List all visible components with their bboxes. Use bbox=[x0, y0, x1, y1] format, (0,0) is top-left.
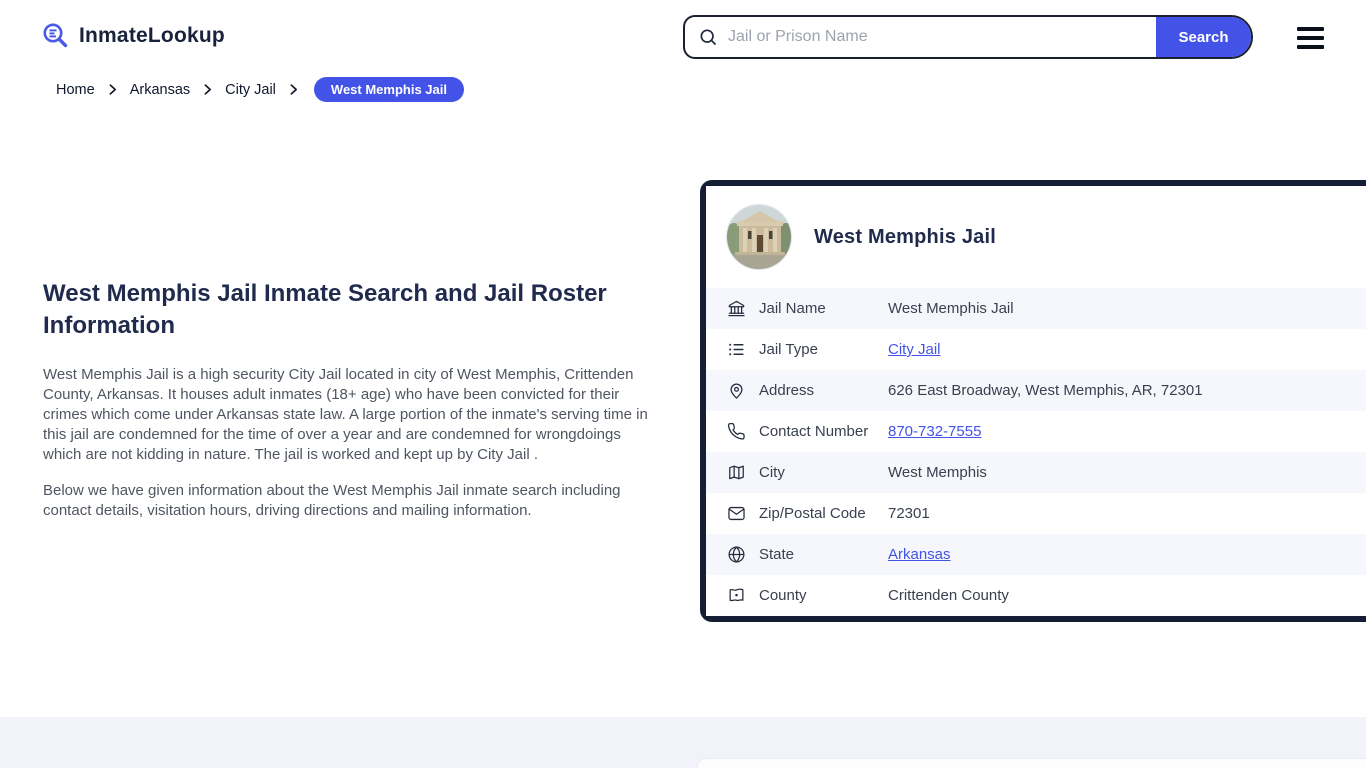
table-row-city: City West Memphis bbox=[706, 452, 1366, 493]
row-label: State bbox=[759, 546, 795, 563]
breadcrumb-link-city-jail[interactable]: City Jail bbox=[225, 82, 276, 98]
list-icon bbox=[727, 340, 746, 359]
hamburger-bar bbox=[1297, 36, 1324, 40]
row-value: 626 East Broadway, West Memphis, AR, 723… bbox=[888, 382, 1203, 399]
intro-paragraph: West Memphis Jail is a high security Cit… bbox=[43, 366, 648, 463]
hamburger-bar bbox=[1297, 45, 1324, 49]
info-paragraph: Below we have given information about th… bbox=[43, 482, 621, 519]
search-bar: Search bbox=[683, 15, 1253, 59]
search-input[interactable] bbox=[718, 17, 1156, 57]
page-title: West Memphis Jail Inmate Search and Jail… bbox=[43, 280, 607, 339]
row-label: Address bbox=[759, 382, 815, 399]
globe-icon bbox=[727, 545, 746, 564]
row-value: West Memphis Jail bbox=[888, 300, 1014, 317]
hamburger-menu-icon[interactable] bbox=[1297, 27, 1324, 49]
hamburger-bar bbox=[1297, 27, 1324, 31]
row-value-link[interactable]: City Jail bbox=[888, 341, 941, 358]
row-label: County bbox=[759, 587, 807, 604]
site-logo[interactable]: InmateLookup bbox=[40, 21, 225, 51]
row-value-link[interactable]: Arkansas bbox=[888, 546, 951, 563]
chevron-right-icon bbox=[106, 83, 119, 96]
search-button[interactable]: Search bbox=[1156, 17, 1251, 57]
row-value: West Memphis bbox=[888, 464, 987, 481]
table-row-county: County Crittenden County bbox=[706, 575, 1366, 616]
jail-details-table: Jail Name West Memphis Jail Jail Type Ci… bbox=[706, 288, 1366, 616]
chevron-right-icon bbox=[287, 83, 300, 96]
row-label: Jail Type bbox=[759, 341, 818, 358]
row-label: Contact Number bbox=[759, 423, 869, 440]
logo-magnifier-icon bbox=[40, 21, 70, 51]
table-row-address: Address 626 East Broadway, West Memphis,… bbox=[706, 370, 1366, 411]
jail-card-header: West Memphis Jail bbox=[706, 186, 1366, 288]
table-row-state: State Arkansas bbox=[706, 534, 1366, 575]
main-content: West Memphis Jail Inmate Search and Jail… bbox=[43, 278, 656, 537]
jail-card-title: West Memphis Jail bbox=[814, 225, 996, 248]
logo-text: InmateLookup bbox=[79, 24, 225, 47]
jail-info-card: West Memphis Jail Jail Name West Memphis… bbox=[700, 180, 1366, 622]
table-row-contact-number: Contact Number 870-732-7555 bbox=[706, 411, 1366, 452]
phone-icon bbox=[727, 422, 746, 441]
row-label: Jail Name bbox=[759, 300, 826, 317]
breadcrumb: Home Arkansas City Jail West Memphis Jai… bbox=[56, 77, 464, 102]
row-label: City bbox=[759, 464, 785, 481]
row-value-link[interactable]: 870-732-7555 bbox=[888, 423, 981, 440]
table-row-jail-name: Jail Name West Memphis Jail bbox=[706, 288, 1366, 329]
row-label: Zip/Postal Code bbox=[759, 505, 866, 522]
row-value: 72301 bbox=[888, 505, 930, 522]
breadcrumb-current-badge[interactable]: West Memphis Jail bbox=[313, 77, 464, 102]
row-value: Crittenden County bbox=[888, 587, 1009, 604]
next-card-top-edge bbox=[697, 758, 1366, 768]
breadcrumb-link-home[interactable]: Home bbox=[56, 82, 95, 98]
search-icon bbox=[698, 27, 718, 47]
bank-icon bbox=[727, 299, 746, 318]
table-row-jail-type: Jail Type City Jail bbox=[706, 329, 1366, 370]
flag-icon bbox=[727, 586, 746, 605]
map-icon bbox=[727, 463, 746, 482]
table-row-zip-postal-code: Zip/Postal Code 72301 bbox=[706, 493, 1366, 534]
jail-building-photo bbox=[726, 204, 792, 270]
chevron-right-icon bbox=[201, 83, 214, 96]
envelope-icon bbox=[727, 504, 746, 523]
breadcrumb-link-arkansas[interactable]: Arkansas bbox=[130, 82, 190, 98]
map-pin-icon bbox=[727, 381, 746, 400]
